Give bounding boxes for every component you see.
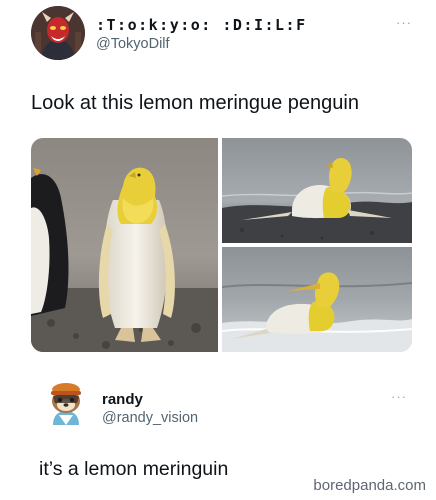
penguin-in-surf-photo[interactable] [222, 247, 412, 352]
media-grid [31, 138, 412, 352]
tweet-text: it’s a lemon meringuin [39, 458, 229, 480]
site-watermark: boredpanda.com [313, 477, 426, 494]
raccoon-villager-avatar-icon[interactable] [39, 375, 93, 429]
username-handle[interactable]: @randy_vision [102, 410, 198, 426]
username-handle[interactable]: @TokyoDilf [96, 36, 170, 52]
penguin-standing-photo[interactable] [31, 138, 218, 352]
penguin-lying-photo[interactable] [222, 138, 412, 243]
more-options-icon[interactable]: ··· [396, 15, 412, 30]
more-options-icon[interactable]: ··· [391, 389, 407, 404]
tweet-text: Look at this lemon meringue penguin [31, 92, 359, 114]
tweet-card-tokyodilf: :T:o:k:y:o: :D:I:L:F @TokyoDilf ··· Look… [0, 0, 436, 368]
display-name[interactable]: :T:o:k:y:o: :D:I:L:F [96, 16, 307, 34]
devil-mask-avatar-icon[interactable] [31, 6, 85, 60]
display-name[interactable]: randy [102, 391, 143, 408]
